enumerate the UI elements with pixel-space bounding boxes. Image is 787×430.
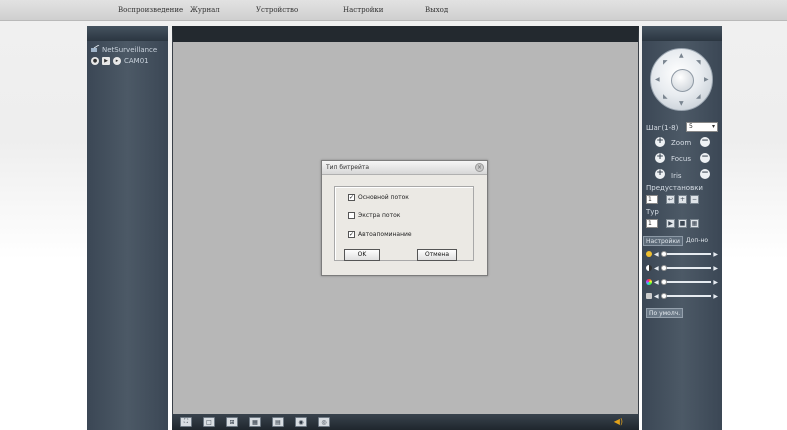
slider-track[interactable] [660, 293, 712, 299]
decrease-icon[interactable]: ◀ [654, 265, 659, 272]
iris-close-button[interactable]: − [700, 169, 710, 179]
device-panel-header [87, 26, 168, 41]
slider-track[interactable] [660, 265, 712, 271]
hue-icon [646, 293, 652, 299]
cancel-button[interactable]: Отмена [417, 249, 457, 261]
close-icon[interactable]: × [475, 163, 484, 172]
increase-icon[interactable]: ▶ [713, 251, 718, 258]
preset-remove-icon[interactable]: − [690, 195, 699, 204]
quad-view-icon[interactable]: ⊞ [226, 417, 238, 427]
step-label: Шаг(1-8) [646, 124, 679, 132]
sixteen-view-icon[interactable]: ▤ [272, 417, 284, 427]
menu-playback[interactable]: Воспроизведение [118, 6, 183, 14]
step-select[interactable]: 5 ▾ [686, 122, 718, 132]
default-button[interactable]: По умолч. [646, 308, 684, 318]
brightness-slider[interactable]: ◀ ▶ [646, 250, 718, 258]
tour-label: Тур [646, 208, 659, 216]
slider-track[interactable] [660, 279, 712, 285]
ptz-control-panel: ▲ ▼ ◀ ▶ ◤ ◥ ◣ ◢ Шаг(1-8) 5 ▾ + Zoom − + … [642, 26, 722, 430]
dialog-titlebar: Тип битрейта × [322, 161, 487, 175]
menu-log[interactable]: Журнал [190, 6, 220, 14]
main-stream-label: Основной поток [358, 194, 409, 201]
device-tree-root[interactable]: NetSurveillance [91, 44, 158, 55]
nine-view-icon[interactable]: ▦ [249, 417, 261, 427]
increase-icon[interactable]: ▶ [713, 265, 718, 272]
arrow-down-left-icon[interactable]: ◣ [663, 94, 668, 100]
arrow-up-left-icon[interactable]: ◤ [663, 60, 668, 66]
camera-label: CAM01 [124, 57, 149, 65]
record-icon[interactable]: ● [91, 57, 99, 65]
decrease-icon[interactable]: ◀ [654, 251, 659, 258]
top-menu-bar: Воспроизведение Журнал Устройство Настро… [0, 0, 787, 21]
menu-exit[interactable]: Выход [425, 6, 448, 14]
camera-item[interactable]: ● ▶ ▸ CAM01 [91, 57, 149, 65]
arrow-up-icon[interactable]: ▲ [679, 53, 684, 59]
play-icon[interactable]: ▶ [102, 57, 110, 65]
focus-near-button[interactable]: + [655, 153, 665, 163]
auto-remember-label: Автоапоминание [358, 231, 412, 238]
decrease-icon[interactable]: ◀ [654, 293, 659, 300]
ptz-direction-pad[interactable]: ▲ ▼ ◀ ▶ ◤ ◥ ◣ ◢ [650, 48, 713, 111]
contrast-icon [646, 265, 652, 271]
zoom-label: Zoom [671, 139, 692, 147]
menu-settings[interactable]: Настройки [343, 6, 383, 14]
iris-label: Iris [671, 172, 682, 180]
zoom-in-button[interactable]: + [655, 137, 665, 147]
main-stream-checkbox[interactable]: ✓ [348, 194, 355, 201]
increase-icon[interactable]: ▶ [713, 293, 718, 300]
decrease-icon[interactable]: ◀ [654, 279, 659, 286]
preset-add-icon[interactable]: + [678, 195, 687, 204]
volume-icon[interactable]: ◀) [614, 417, 623, 426]
tour-input[interactable]: 1 [646, 219, 658, 228]
option-main-stream[interactable]: ✓ Основной поток [348, 194, 409, 201]
iris-open-button[interactable]: + [655, 169, 665, 179]
increase-icon[interactable]: ▶ [713, 279, 718, 286]
ok-button[interactable]: OK [344, 249, 380, 261]
option-extra-stream[interactable]: Экстра поток [348, 212, 400, 219]
zoom-out-button[interactable]: − [700, 137, 710, 147]
extra-stream-checkbox[interactable] [348, 212, 355, 219]
tab-additional[interactable]: Доп-но [684, 236, 710, 246]
bitrate-type-dialog: Тип битрейта × ✓ Основной поток Экстра п… [321, 160, 488, 276]
device-tree-root-label: NetSurveillance [102, 46, 158, 54]
saturation-icon [646, 279, 652, 285]
record-icon[interactable]: ◉ [295, 417, 307, 427]
arrow-down-icon[interactable]: ▼ [679, 101, 684, 107]
network-device-icon [91, 44, 100, 55]
auto-remember-checkbox[interactable]: ✓ [348, 231, 355, 238]
presets-label: Предустановки [646, 184, 703, 192]
focus-far-button[interactable]: − [700, 153, 710, 163]
connect-icon[interactable]: ▸ [113, 57, 121, 65]
dialog-title: Тип битрейта [326, 164, 370, 171]
ptz-center-button[interactable] [671, 69, 694, 92]
fullscreen-icon[interactable]: ⛶ [180, 417, 192, 427]
preset-input[interactable]: 1 [646, 195, 658, 204]
arrow-down-right-icon[interactable]: ◢ [696, 94, 701, 100]
focus-label: Focus [671, 155, 691, 163]
step-value: 5 [689, 123, 693, 130]
option-auto-remember[interactable]: ✓ Автоапоминание [348, 231, 412, 238]
snapshot-icon[interactable]: ◎ [318, 417, 330, 427]
slider-track[interactable] [660, 251, 712, 257]
ptz-panel-header [642, 26, 722, 41]
saturation-slider[interactable]: ◀ ▶ [646, 278, 718, 286]
device-list-panel: NetSurveillance ● ▶ ▸ CAM01 [87, 26, 168, 430]
settings-tabs: Настройки Доп-но [642, 236, 722, 246]
tour-grid-icon[interactable]: ▦ [690, 219, 699, 228]
preset-goto-icon[interactable]: ↩ [666, 195, 675, 204]
contrast-slider[interactable]: ◀ ▶ [646, 264, 718, 272]
view-toolbar: ⛶ □ ⊞ ▦ ▤ ◉ ◎ ◀) [172, 414, 639, 430]
chevron-down-icon: ▾ [711, 123, 715, 130]
tab-settings[interactable]: Настройки [643, 236, 683, 246]
hue-slider[interactable]: ◀ ▶ [646, 292, 718, 300]
menu-device[interactable]: Устройство [256, 6, 298, 14]
tour-play-icon[interactable]: ▶ [666, 219, 675, 228]
arrow-left-icon[interactable]: ◀ [655, 77, 660, 83]
extra-stream-label: Экстра поток [358, 212, 401, 219]
single-view-icon[interactable]: □ [203, 417, 215, 427]
arrow-right-icon[interactable]: ▶ [704, 77, 709, 83]
arrow-up-right-icon[interactable]: ◥ [696, 60, 701, 66]
tour-stop-icon[interactable]: ■ [678, 219, 687, 228]
brightness-icon [646, 251, 652, 257]
